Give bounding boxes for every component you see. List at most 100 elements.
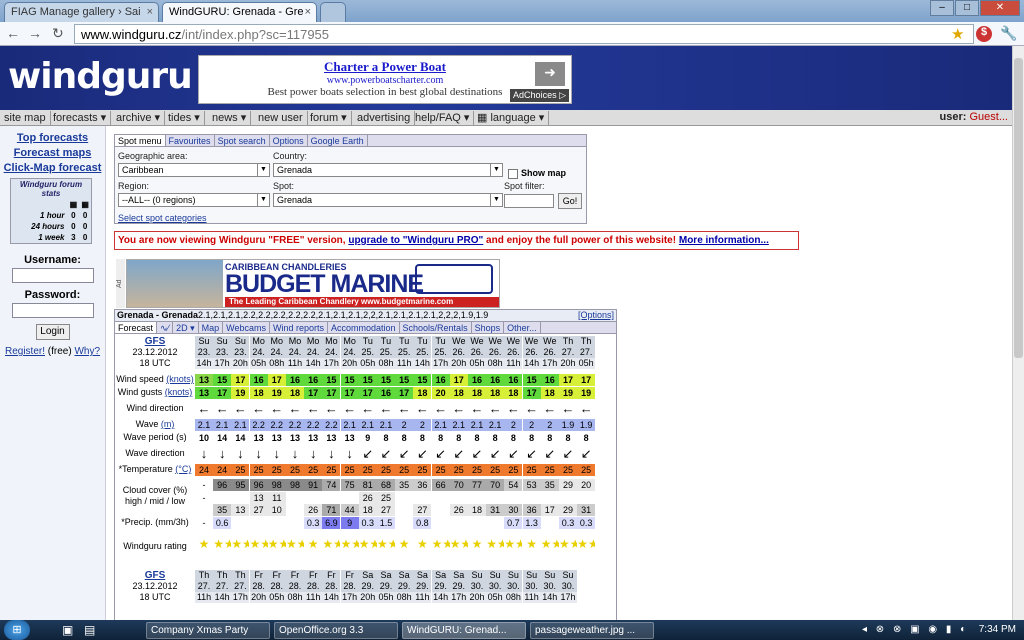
ad-choices[interactable]: AdChoices ▷ — [510, 89, 569, 102]
menu-advertising[interactable]: advertising — [353, 111, 416, 125]
spot-select[interactable]: Grenada ▼ — [273, 193, 503, 207]
region-select[interactable]: --ALL-- (0 regions) ▼ — [118, 193, 270, 207]
maximize-icon[interactable]: □ — [955, 0, 979, 16]
more-info-link[interactable]: More information... — [679, 235, 769, 246]
select-categories-link[interactable]: Select spot categories — [118, 213, 207, 223]
wind-speed-cell: 15 — [522, 374, 541, 386]
show-map-checkbox[interactable]: Show map — [508, 168, 566, 179]
taskbar-item[interactable]: Company Xmas Party — [146, 622, 270, 639]
password-input[interactable] — [11, 303, 94, 318]
arrow-right-icon[interactable]: ➜ — [535, 62, 565, 86]
tab-shops[interactable]: Shops — [472, 322, 505, 333]
show-map-label: Show map — [521, 168, 567, 178]
meters-link[interactable]: (m) — [161, 419, 175, 429]
checkbox-icon[interactable] — [508, 168, 518, 179]
menu-archive[interactable]: archive ▾ — [112, 111, 166, 125]
celsius-link[interactable]: (°C) — [175, 464, 191, 474]
close-icon[interactable]: × — [305, 6, 311, 18]
date-cell: 26. — [486, 347, 505, 358]
menu-site-map[interactable]: site map — [0, 111, 51, 125]
ad-url[interactable]: www.powerboatscharter.com — [199, 75, 571, 86]
menu-news[interactable]: news ▾ — [208, 111, 252, 125]
menu-forecasts[interactable]: forecasts ▾ — [49, 111, 112, 125]
date-cell: 24. — [322, 347, 341, 358]
menu-tides[interactable]: tides ▾ — [164, 111, 205, 125]
country-select[interactable]: Grenada ▼ — [273, 163, 503, 177]
link-forecast-maps[interactable]: Forecast maps — [0, 147, 105, 159]
wave-cell: 2 — [540, 419, 559, 431]
cloud-high-cell: 66 — [431, 479, 450, 491]
tab-schools[interactable]: Schools/Rentals — [400, 322, 472, 333]
wind-speed-cell: 13 — [195, 374, 213, 386]
rating-star-icon: ★★ — [231, 537, 249, 551]
rating-star-icon: ★ — [198, 537, 210, 551]
tab-options[interactable]: Options — [270, 135, 308, 146]
scrollbar-thumb[interactable] — [1014, 58, 1023, 358]
menu-new-user[interactable]: new user — [254, 111, 308, 125]
why-link[interactable]: Why? — [74, 346, 100, 357]
upgrade-link[interactable]: upgrade to "Windguru PRO" — [348, 235, 483, 246]
day-cell: We — [468, 336, 486, 347]
taskbar-item[interactable]: WindGURU: Grenad... — [402, 622, 526, 639]
wind-gusts-cell: 17 — [522, 387, 541, 399]
tab-google-earth[interactable]: Google Earth — [308, 135, 368, 146]
tab-spot-menu[interactable]: Spot menu — [115, 135, 166, 146]
tab-forecast[interactable]: Forecast — [115, 322, 158, 333]
close-icon[interactable]: × — [147, 6, 153, 18]
tab-favourites[interactable]: Favourites — [166, 135, 215, 146]
taskbar-item[interactable]: passageweather.jpg ... — [530, 622, 654, 639]
tab-2d[interactable]: 2D ▾ — [173, 322, 199, 333]
knots-link[interactable]: (knots) — [166, 374, 194, 384]
user-status[interactable]: user: Guest... — [940, 111, 1009, 123]
star-icon[interactable]: ★ — [951, 25, 964, 43]
ad-title[interactable]: Charter a Power Boat — [199, 59, 571, 75]
temperature-cell: 25 — [522, 464, 541, 476]
windguru-logo[interactable]: windguru — [8, 56, 193, 97]
spot-filter-input[interactable] — [504, 194, 554, 208]
tab-map[interactable]: Map — [199, 322, 224, 333]
go-button[interactable]: Go! — [558, 193, 582, 209]
taskbar-item[interactable]: OpenOffice.org 3.3 — [274, 622, 398, 639]
forward-icon[interactable]: → — [28, 25, 42, 41]
hour-cell: 05h — [358, 358, 377, 369]
back-icon[interactable]: ← — [6, 25, 20, 41]
tab-webcams[interactable]: Webcams — [223, 322, 270, 333]
register-link[interactable]: Register! — [5, 346, 45, 357]
window-close-icon[interactable]: ✕ — [980, 0, 1020, 16]
switch-windows-icon[interactable]: ▤ — [84, 623, 95, 637]
options-link[interactable]: [Options] — [578, 310, 614, 320]
menu-forum[interactable]: forum ▾ — [306, 111, 352, 125]
flag-uk-icon: ▦ — [69, 200, 78, 209]
geo-select[interactable]: Caribbean ▼ — [118, 163, 270, 177]
tab-fiag[interactable]: FIAG Manage gallery › Sai × — [4, 2, 159, 22]
tab-windguru[interactable]: WindGURU: Grenada - Gre × — [162, 2, 317, 22]
link-top-forecasts[interactable]: Top forecasts — [0, 132, 105, 144]
menu-help-faq[interactable]: help/FAQ ▾ — [411, 111, 475, 125]
link-click-map[interactable]: Click-Map forecast — [0, 162, 105, 174]
login-button[interactable]: Login — [35, 324, 70, 340]
wrench-icon[interactable]: 🔧 — [1000, 25, 1017, 42]
start-icon[interactable]: ⊞ — [4, 620, 30, 640]
tab-spot-search[interactable]: Spot search — [215, 135, 270, 146]
show-desktop-icon[interactable]: ▣ — [62, 623, 73, 637]
tab-other[interactable]: Other... — [504, 322, 541, 333]
menu-language[interactable]: ▦ language ▾ — [473, 111, 550, 125]
budget-marine-ad[interactable]: CARIBBEAN CHANDLERIES BUDGET MARINE The … — [126, 259, 500, 308]
username-input[interactable] — [11, 268, 94, 283]
tab-accommodation[interactable]: Accommodation — [328, 322, 400, 333]
precip-cell: - — [202, 518, 206, 528]
address-bar[interactable]: www.windguru.cz/int/index.php?sc=117955 — [74, 24, 974, 44]
day-cell: Mo — [304, 336, 323, 347]
minimize-icon[interactable]: ‒ — [930, 0, 954, 16]
model-link[interactable]: GFS — [115, 336, 195, 347]
scrollbar[interactable] — [1012, 46, 1024, 620]
model-link[interactable]: GFS — [115, 570, 195, 581]
reload-icon[interactable]: ↻ — [52, 25, 64, 42]
extension-icon[interactable]: $ — [976, 26, 992, 42]
tab-wind-reports[interactable]: Wind reports — [270, 322, 328, 333]
new-tab-button[interactable] — [320, 2, 346, 22]
system-tray-icons[interactable]: ◂ ⊗ ⊗ ▣ ◉ ▮ ◐ — [862, 624, 969, 635]
top-ad[interactable]: Charter a Power Boat www.powerboatschart… — [198, 55, 572, 104]
tab-graph[interactable]: ∿∕ — [157, 322, 174, 333]
knots-link[interactable]: (knots) — [165, 387, 193, 397]
